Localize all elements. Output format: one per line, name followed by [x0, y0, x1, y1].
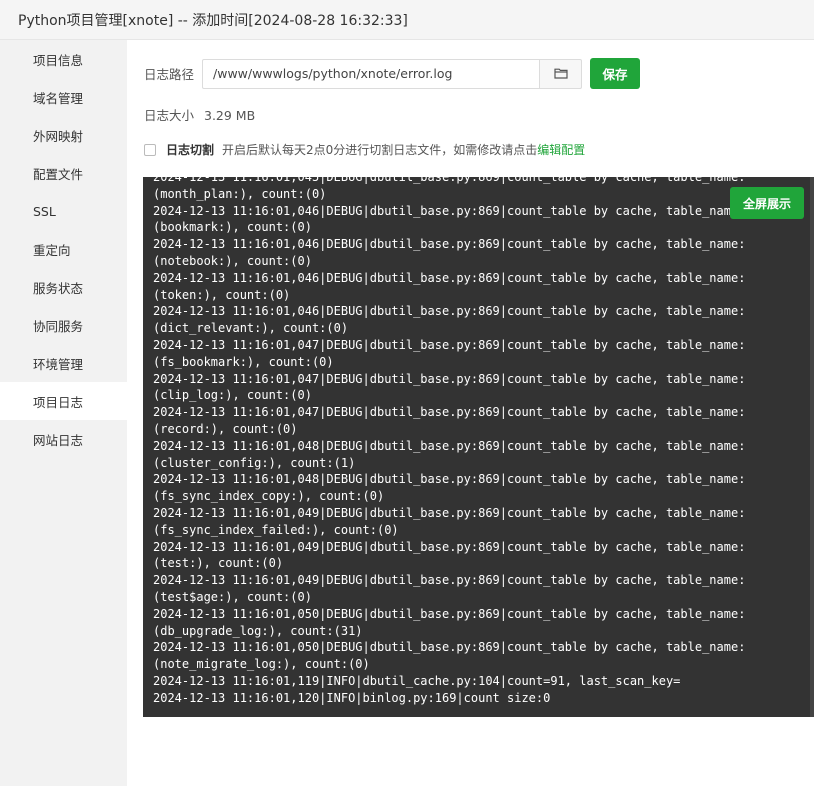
log-cut-row: 日志切割 开启后默认每天2点0分进行切割日志文件，如需修改请点击编辑配置 — [144, 141, 585, 158]
save-button[interactable]: 保存 — [590, 58, 641, 89]
log-size-value: 3.29 MB — [204, 108, 256, 123]
log-path-input[interactable] — [202, 58, 541, 89]
log-viewer[interactable]: 2024-12-13 11:16:01,045|DEBUG|dbutil_bas… — [143, 177, 814, 717]
sidebar-item-service-status[interactable]: 服务状态 — [0, 268, 127, 306]
log-cut-checkbox[interactable] — [144, 143, 156, 156]
folder-icon — [553, 64, 568, 83]
sidebar-item-cooperative-service[interactable]: 协同服务 — [0, 306, 127, 344]
sidebar-item-project-info[interactable]: 项目信息 — [0, 40, 127, 78]
log-cut-description: 开启后默认每天2点0分进行切割日志文件，如需修改请点击编辑配置 — [222, 141, 585, 158]
log-cut-description-text: 开启后默认每天2点0分进行切割日志文件，如需修改请点击 — [222, 143, 538, 157]
sidebar-item-ssl[interactable]: SSL — [0, 192, 127, 230]
sidebar-item-environment[interactable]: 环境管理 — [0, 344, 127, 382]
window-title: Python项目管理[xnote] -- 添加时间[2024-08-28 16:… — [0, 0, 814, 40]
sidebar-item-project-log[interactable]: 项目日志 — [0, 382, 127, 420]
sidebar-item-redirect[interactable]: 重定向 — [0, 230, 127, 268]
sidebar-item-site-log[interactable]: 网站日志 — [0, 420, 127, 458]
log-size-label: 日志大小 — [144, 108, 195, 123]
sidebar: 项目信息 域名管理 外网映射 配置文件 SSL 重定向 服务状态 协同服务 环境… — [0, 40, 127, 786]
main-content: 日志路径 保存 日志大小 3.29 MB 日志切割 开启后默认每天2点0分进行切… — [127, 40, 814, 786]
log-cut-label: 日志切割 — [166, 143, 215, 157]
folder-select-button[interactable] — [540, 58, 583, 89]
log-path-label: 日志路径 — [144, 67, 195, 82]
log-size-row: 日志大小 3.29 MB — [144, 105, 255, 124]
fullscreen-button[interactable]: 全屏展示 — [730, 187, 804, 219]
sidebar-item-external-mapping[interactable]: 外网映射 — [0, 116, 127, 154]
log-scrollbar[interactable] — [810, 177, 814, 717]
edit-config-link[interactable]: 编辑配置 — [537, 143, 585, 157]
project-window: Python项目管理[xnote] -- 添加时间[2024-08-28 16:… — [0, 0, 814, 786]
log-content: 2024-12-13 11:16:01,045|DEBUG|dbutil_bas… — [153, 177, 746, 705]
sidebar-item-domain[interactable]: 域名管理 — [0, 78, 127, 116]
log-path-row: 日志路径 保存 — [144, 58, 641, 89]
sidebar-item-config-file[interactable]: 配置文件 — [0, 154, 127, 192]
